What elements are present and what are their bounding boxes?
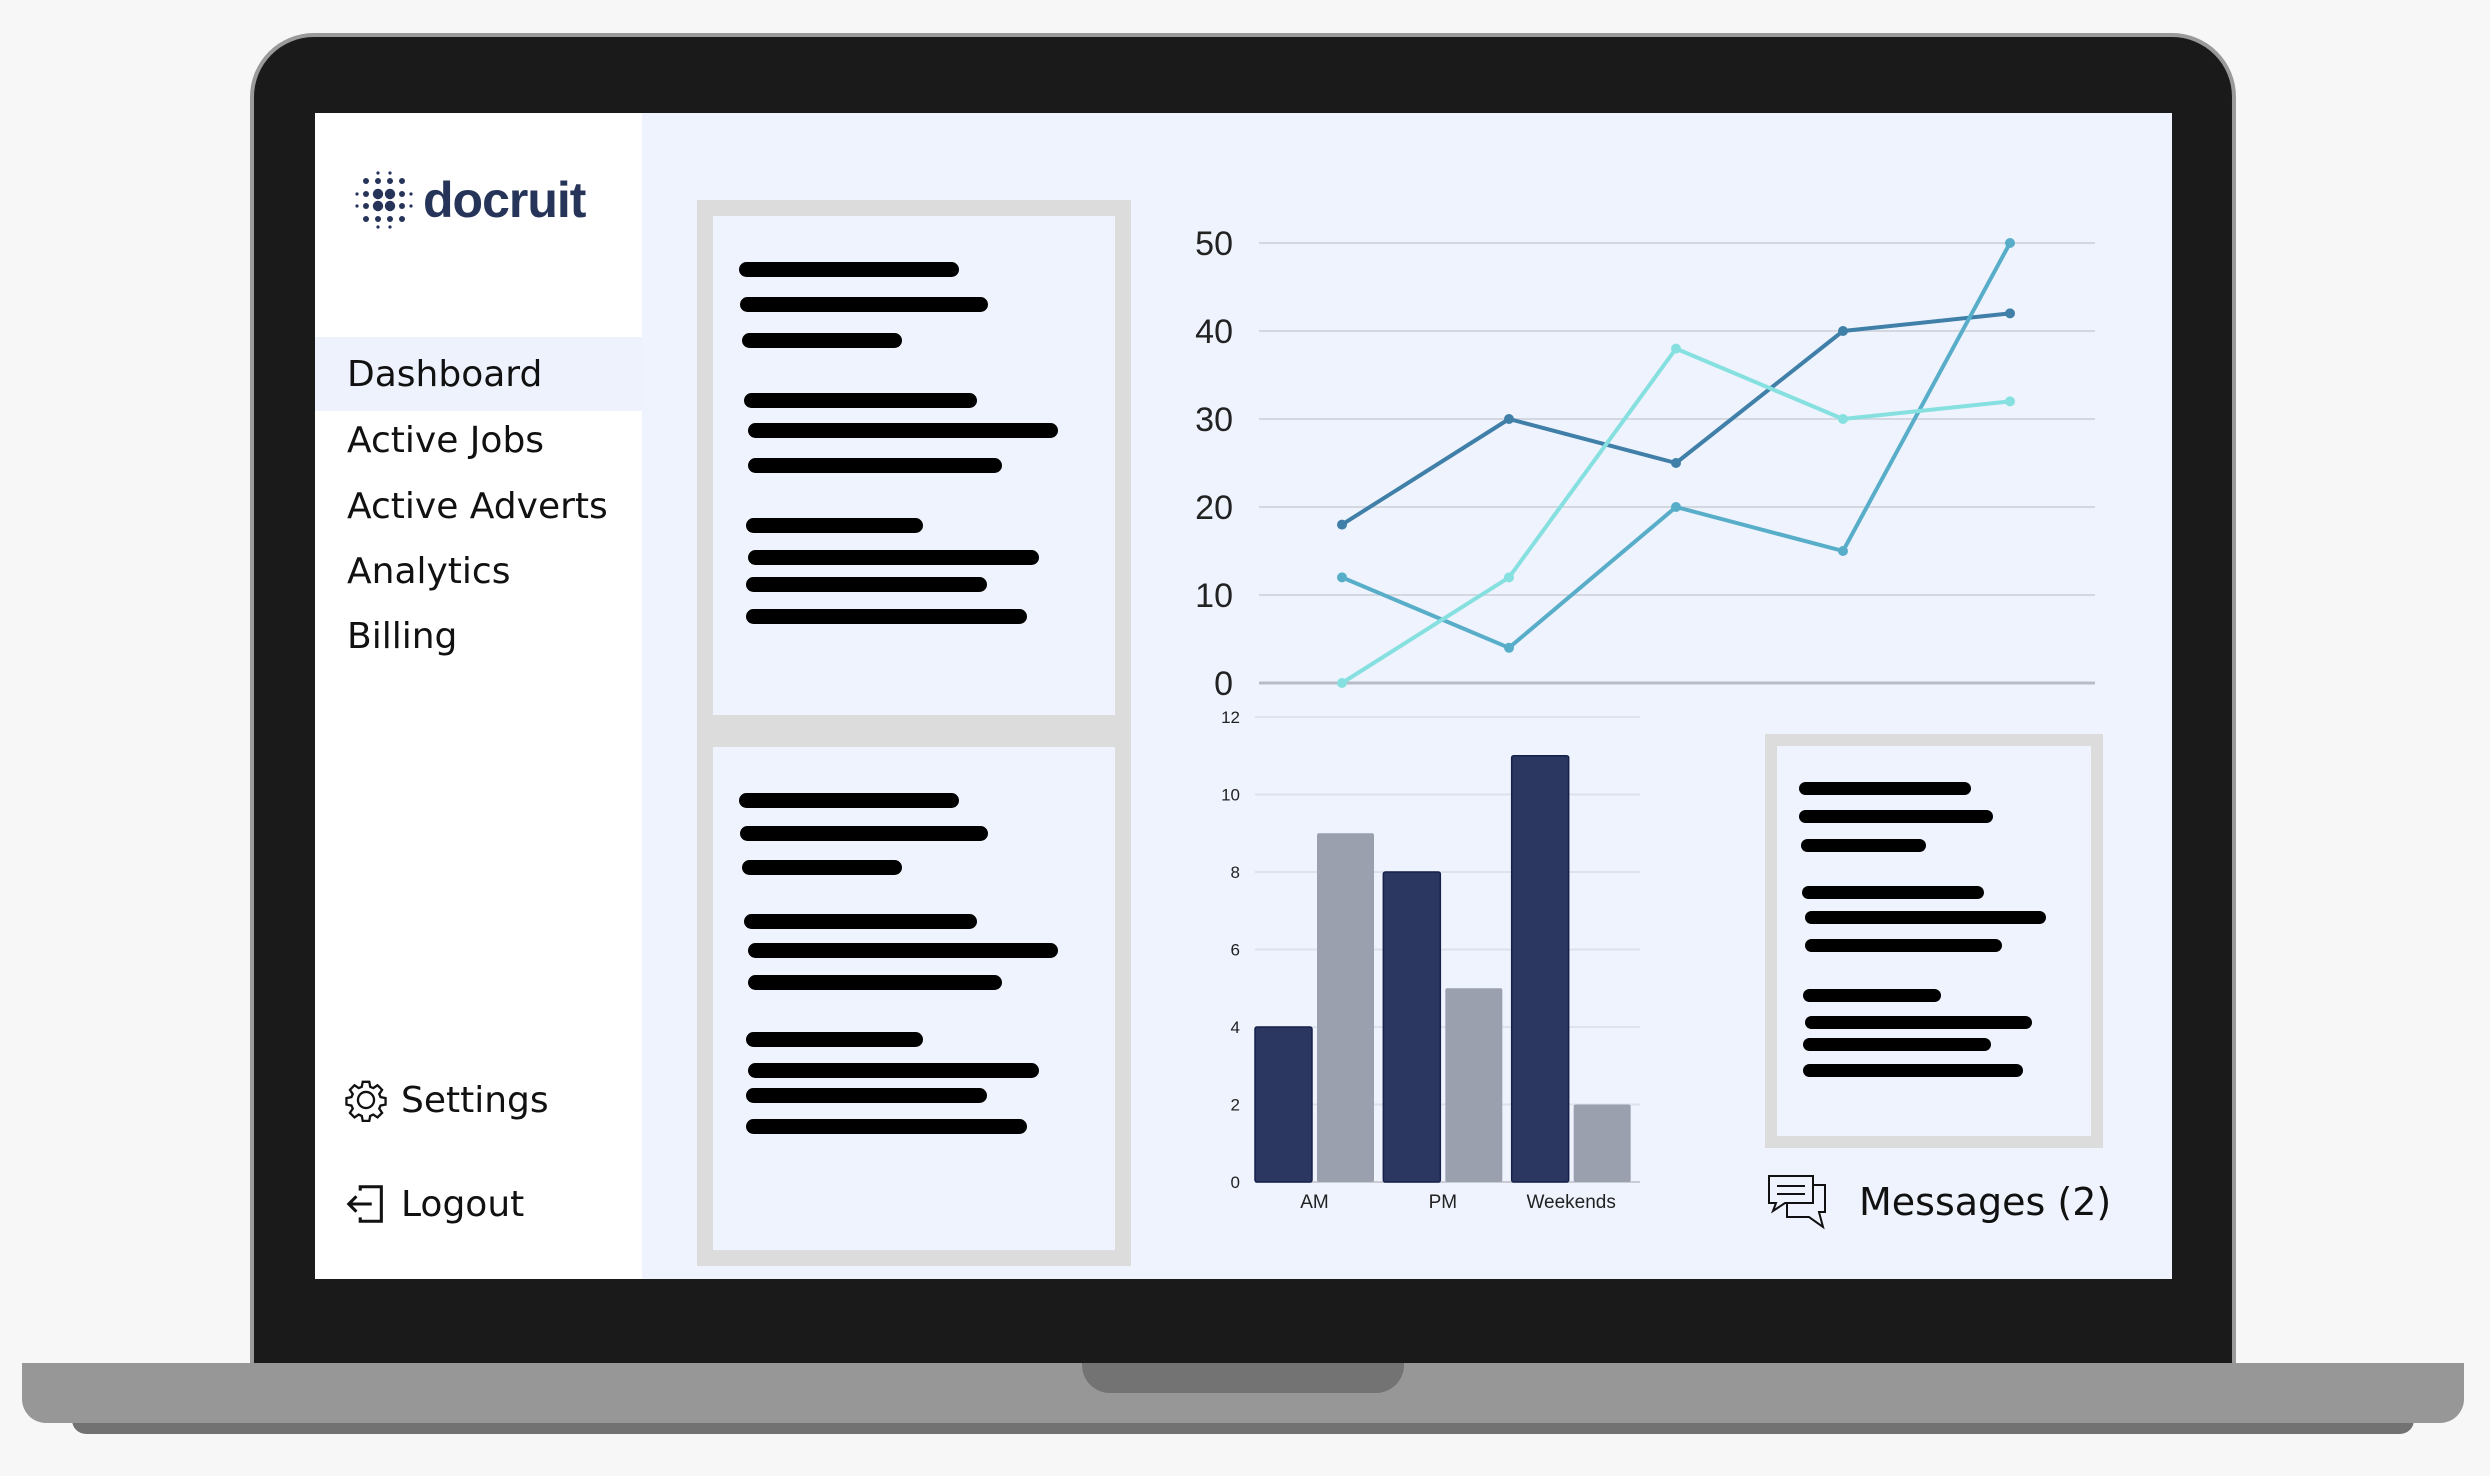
y-tick-label: 2 (1231, 1096, 1240, 1115)
laptop-notch (1082, 1363, 1404, 1393)
y-tick-label: 4 (1231, 1018, 1240, 1037)
bar (1317, 833, 1374, 1182)
bar (1510, 755, 1570, 1183)
y-tick-label: 0 (1231, 1173, 1240, 1192)
x-tick-label: Weekends (1526, 1192, 1615, 1213)
y-tick-label: 6 (1231, 941, 1240, 960)
y-tick-label: 8 (1231, 863, 1240, 882)
bar (1382, 871, 1442, 1183)
bar (1573, 1104, 1631, 1182)
x-tick-label: AM (1300, 1192, 1329, 1213)
x-tick-label: PM (1429, 1192, 1458, 1213)
y-tick-label: 12 (1221, 708, 1240, 727)
bar (1254, 1026, 1313, 1183)
y-tick-label: 10 (1221, 786, 1240, 805)
app-screen: docruit Dashboard Active Jobs Active Adv… (315, 113, 2172, 1279)
bar (1445, 988, 1503, 1182)
bar-chart: 0 2 4 6 8 10 12 AM PM Weekends (1221, 708, 1640, 1213)
